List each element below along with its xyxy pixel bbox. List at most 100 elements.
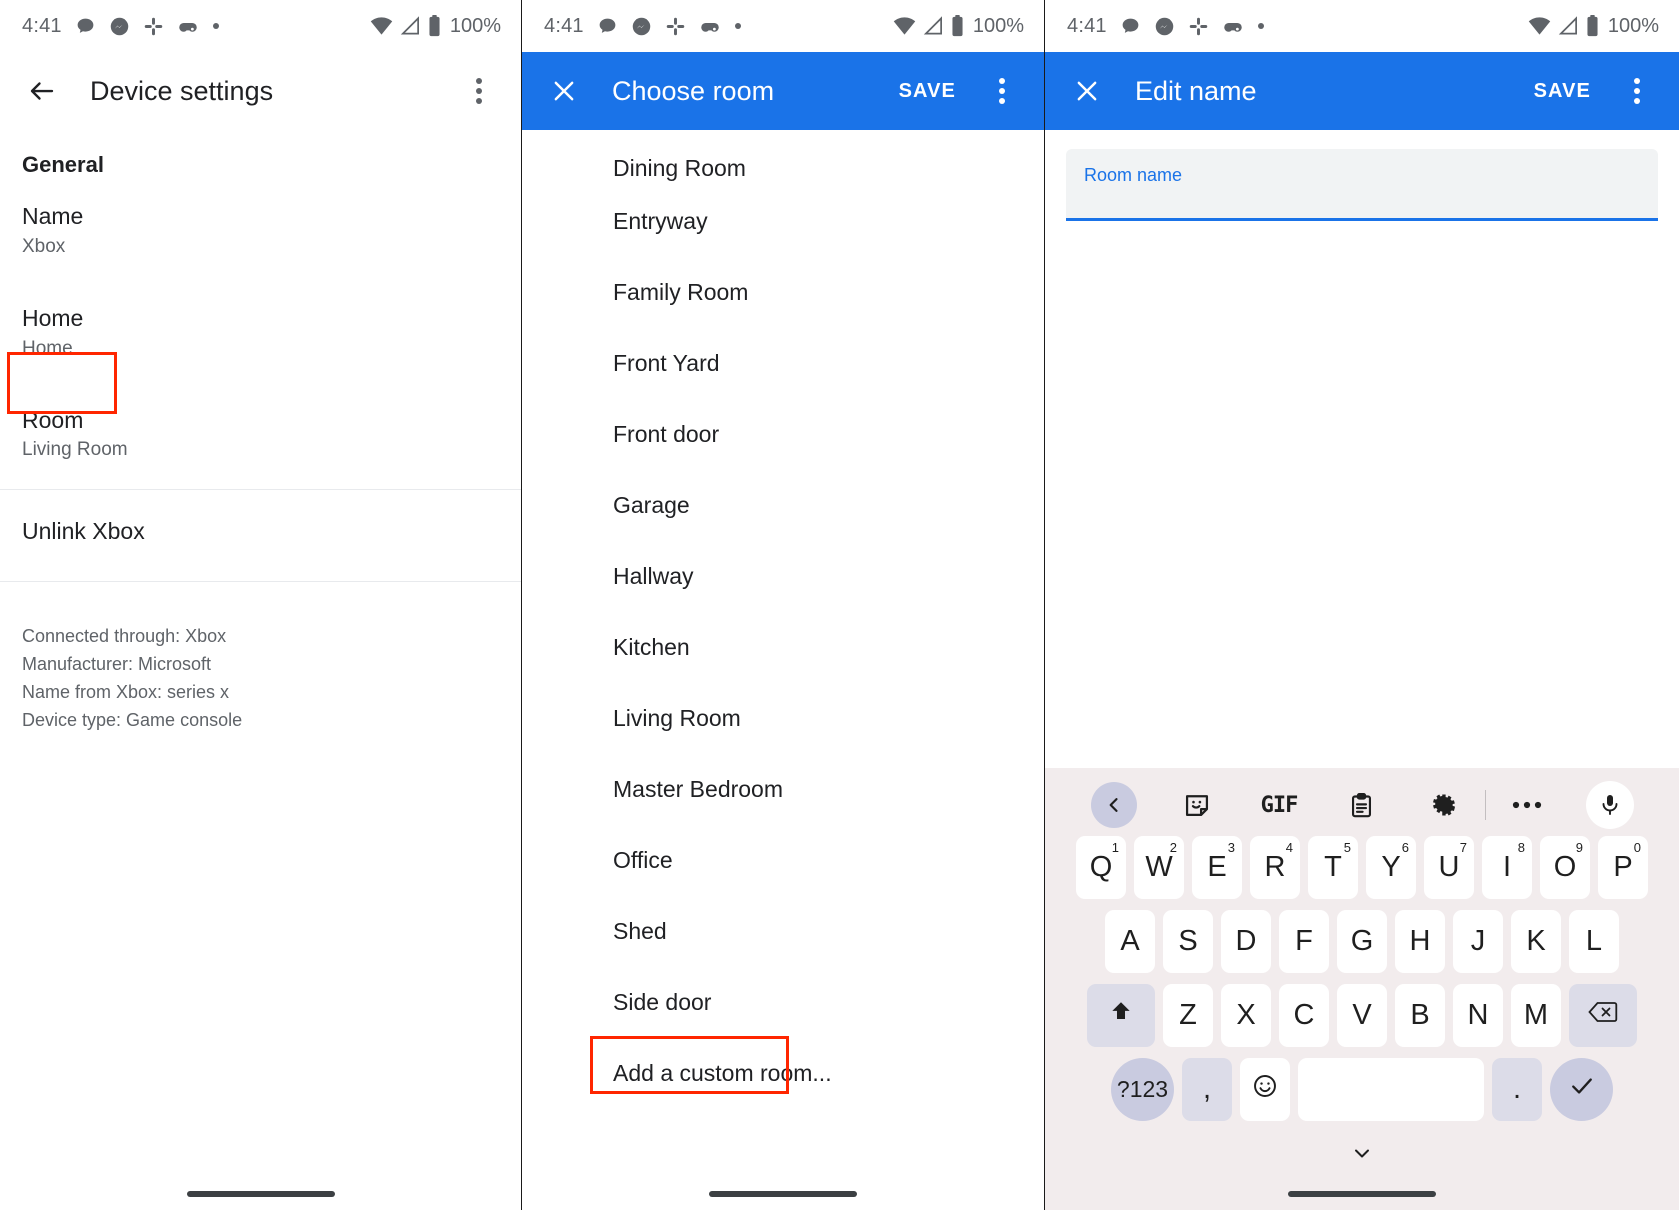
key-number: 6 bbox=[1402, 840, 1409, 855]
keyboard-toolbar: GIF bbox=[1045, 774, 1679, 836]
keyboard-row-2: A S D F G H J K L bbox=[1045, 910, 1679, 973]
gif-label: GIF bbox=[1261, 793, 1298, 818]
room-name-input[interactable]: Room name bbox=[1066, 149, 1658, 221]
key-label: I bbox=[1503, 851, 1511, 884]
room-list-item[interactable]: Hallway bbox=[522, 541, 1044, 612]
gesture-pill[interactable] bbox=[1288, 1191, 1436, 1197]
emoji-key[interactable] bbox=[1240, 1058, 1290, 1121]
key-m[interactable]: M bbox=[1511, 984, 1561, 1047]
add-custom-room-item[interactable]: Add a custom room... bbox=[522, 1038, 1044, 1109]
more-horizontal-icon[interactable] bbox=[1486, 801, 1568, 809]
key-j[interactable]: J bbox=[1453, 910, 1503, 973]
key-g[interactable]: G bbox=[1337, 910, 1387, 973]
key-label: Y bbox=[1381, 851, 1400, 884]
shift-key[interactable] bbox=[1087, 984, 1155, 1047]
enter-key[interactable] bbox=[1550, 1058, 1613, 1121]
key-h[interactable]: H bbox=[1395, 910, 1445, 973]
key-z[interactable]: Z bbox=[1163, 984, 1213, 1047]
battery-percent: 100% bbox=[450, 15, 501, 38]
gear-icon[interactable] bbox=[1403, 791, 1485, 819]
room-list-item[interactable]: Entryway bbox=[522, 186, 1044, 257]
room-list-item[interactable]: Kitchen bbox=[522, 612, 1044, 683]
gaming-icon bbox=[699, 16, 721, 37]
key-o[interactable]: O9 bbox=[1540, 836, 1590, 899]
setting-row-room[interactable]: Room Living Room bbox=[0, 374, 521, 476]
key-p[interactable]: P0 bbox=[1598, 836, 1648, 899]
setting-row-home[interactable]: Home Home bbox=[0, 272, 521, 374]
key-y[interactable]: Y6 bbox=[1366, 836, 1416, 899]
save-button[interactable]: SAVE bbox=[1534, 80, 1591, 103]
keyboard-row-4: ?123 , . bbox=[1045, 1058, 1679, 1121]
room-list-item[interactable]: Garage bbox=[522, 470, 1044, 541]
clipboard-icon[interactable] bbox=[1320, 792, 1402, 819]
gesture-pill[interactable] bbox=[187, 1191, 335, 1197]
key-number: 9 bbox=[1576, 840, 1583, 855]
key-d[interactable]: D bbox=[1221, 910, 1271, 973]
kebab-menu-icon[interactable] bbox=[980, 69, 1024, 113]
key-t[interactable]: T5 bbox=[1308, 836, 1358, 899]
close-icon[interactable] bbox=[542, 69, 586, 113]
info-line: Name from Xbox: series x bbox=[22, 678, 499, 706]
key-f[interactable]: F bbox=[1279, 910, 1329, 973]
backspace-icon bbox=[1588, 999, 1618, 1032]
setting-row-name[interactable]: Name Xbox bbox=[0, 184, 521, 272]
key-x[interactable]: X bbox=[1221, 984, 1271, 1047]
key-u[interactable]: U7 bbox=[1424, 836, 1474, 899]
space-key[interactable] bbox=[1298, 1058, 1484, 1121]
room-list-item[interactable]: Family Room bbox=[522, 257, 1044, 328]
key-l[interactable]: L bbox=[1569, 910, 1619, 973]
setting-value: Home bbox=[22, 338, 499, 360]
key-c[interactable]: C bbox=[1279, 984, 1329, 1047]
room-list-item[interactable]: Front Yard bbox=[522, 328, 1044, 399]
hide-keyboard-button[interactable] bbox=[1045, 1132, 1679, 1178]
section-title-general: General bbox=[0, 130, 521, 184]
room-list-item[interactable]: Living Room bbox=[522, 683, 1044, 754]
backspace-key[interactable] bbox=[1569, 984, 1637, 1047]
key-i[interactable]: I8 bbox=[1482, 836, 1532, 899]
gif-icon[interactable]: GIF bbox=[1238, 793, 1320, 818]
microphone-button[interactable] bbox=[1569, 781, 1651, 829]
key-w[interactable]: W2 bbox=[1134, 836, 1184, 899]
room-list-item[interactable]: Office bbox=[522, 825, 1044, 896]
back-arrow-icon[interactable] bbox=[20, 69, 64, 113]
screen-device-settings: 4:41 bbox=[0, 0, 522, 1210]
save-button[interactable]: SAVE bbox=[899, 80, 956, 103]
room-list-item[interactable]: Shed bbox=[522, 896, 1044, 967]
key-number: 8 bbox=[1518, 840, 1525, 855]
messenger-icon bbox=[631, 16, 652, 37]
comma-key[interactable]: , bbox=[1182, 1058, 1232, 1121]
gesture-pill[interactable] bbox=[709, 1191, 857, 1197]
key-b[interactable]: B bbox=[1395, 984, 1445, 1047]
symbols-key[interactable]: ?123 bbox=[1111, 1058, 1174, 1121]
battery-icon bbox=[428, 15, 441, 37]
sticker-icon[interactable] bbox=[1155, 791, 1237, 819]
screen-edit-name: 4:41 bbox=[1045, 0, 1679, 1210]
chat-bubble-icon bbox=[75, 16, 96, 37]
room-list-item[interactable]: Master Bedroom bbox=[522, 754, 1044, 825]
keyboard-back-button[interactable] bbox=[1073, 782, 1155, 828]
page-title: Edit name bbox=[1135, 76, 1257, 107]
period-key[interactable]: . bbox=[1492, 1058, 1542, 1121]
room-list-item[interactable]: Side door bbox=[522, 967, 1044, 1038]
key-k[interactable]: K bbox=[1511, 910, 1561, 973]
slack-icon bbox=[1188, 16, 1209, 37]
key-v[interactable]: V bbox=[1337, 984, 1387, 1047]
key-e[interactable]: E3 bbox=[1192, 836, 1242, 899]
room-list-item[interactable]: Dining Room bbox=[522, 130, 1044, 186]
key-s[interactable]: S bbox=[1163, 910, 1213, 973]
key-r[interactable]: R4 bbox=[1250, 836, 1300, 899]
kebab-menu-icon[interactable] bbox=[457, 69, 501, 113]
key-a[interactable]: A bbox=[1105, 910, 1155, 973]
check-icon bbox=[1568, 1072, 1596, 1108]
signal-icon bbox=[1558, 16, 1579, 36]
close-icon[interactable] bbox=[1065, 69, 1109, 113]
room-list-item[interactable]: Front door bbox=[522, 399, 1044, 470]
key-n[interactable]: N bbox=[1453, 984, 1503, 1047]
key-label: R bbox=[1265, 851, 1286, 884]
on-screen-keyboard: G I F bbox=[1045, 768, 1679, 1210]
unlink-xbox-button[interactable]: Unlink Xbox bbox=[0, 490, 521, 573]
kebab-menu-icon[interactable] bbox=[1615, 69, 1659, 113]
page-title: Choose room bbox=[612, 76, 774, 107]
setting-label: Room bbox=[22, 406, 499, 435]
key-q[interactable]: Q1 bbox=[1076, 836, 1126, 899]
